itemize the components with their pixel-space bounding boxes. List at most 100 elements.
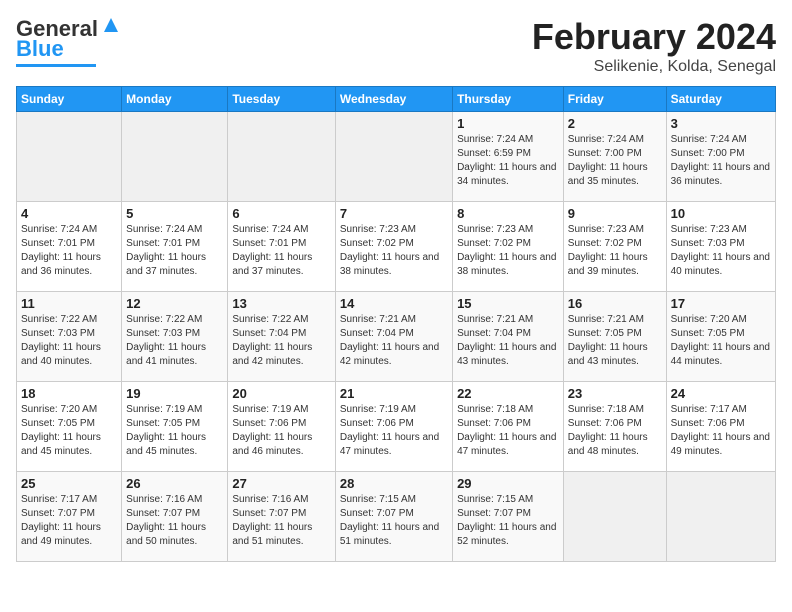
day-number: 27	[232, 476, 330, 491]
calendar-cell: 27 Sunrise: 7:16 AMSunset: 7:07 PMDayligh…	[228, 472, 335, 562]
day-info: Sunrise: 7:21 AMSunset: 7:04 PMDaylight:…	[457, 313, 559, 369]
calendar-cell: 21 Sunrise: 7:19 AMSunset: 7:06 PMDayligh…	[335, 382, 452, 472]
day-info: Sunrise: 7:18 AMSunset: 7:06 PMDaylight:…	[457, 403, 559, 459]
day-info: Sunrise: 7:22 AMSunset: 7:03 PMDaylight:…	[21, 313, 117, 369]
calendar-cell: 23Sunrise: 7:18 AMSunset: 7:06 PMDayligh…	[563, 382, 666, 472]
calendar-cell: 24 Sunrise: 7:17 AMSunset: 7:06 PMDayligh…	[666, 382, 775, 472]
day-info: Sunrise: 7:19 AMSunset: 7:06 PMDaylight:…	[340, 403, 448, 459]
day-number: 29	[457, 476, 559, 491]
calendar-cell: 12 Sunrise: 7:22 AMSunset: 7:03 PMDayligh…	[122, 292, 228, 382]
calendar-cell: 7 Sunrise: 7:23 AMSunset: 7:02 PMDaylight…	[335, 202, 452, 292]
day-info: Sunrise: 7:21 AMSunset: 7:04 PMDaylight:…	[340, 313, 448, 369]
day-of-week-header: Friday	[563, 87, 666, 112]
calendar-cell: 11 Sunrise: 7:22 AMSunset: 7:03 PMDayligh…	[17, 292, 122, 382]
day-of-week-header: Thursday	[453, 87, 564, 112]
day-number: 1	[457, 116, 559, 131]
calendar-cell: 5 Sunrise: 7:24 AMSunset: 7:01 PMDaylight…	[122, 202, 228, 292]
day-info: Sunrise: 7:23 AMSunset: 7:02 PMDaylight:…	[457, 223, 559, 279]
day-info: Sunrise: 7:24 AMSunset: 7:01 PMDaylight:…	[232, 223, 330, 279]
day-number: 28	[340, 476, 448, 491]
day-number: 12	[126, 296, 223, 311]
calendar-cell	[228, 112, 335, 202]
calendar-cell: 13 Sunrise: 7:22 AMSunset: 7:04 PMDayligh…	[228, 292, 335, 382]
day-number: 20	[232, 386, 330, 401]
day-number: 5	[126, 206, 223, 221]
day-info: Sunrise: 7:16 AMSunset: 7:07 PMDaylight:…	[232, 493, 330, 549]
day-info: Sunrise: 7:16 AMSunset: 7:07 PMDaylight:…	[126, 493, 223, 549]
day-info: Sunrise: 7:22 AMSunset: 7:03 PMDaylight:…	[126, 313, 223, 369]
calendar-cell	[17, 112, 122, 202]
calendar-week-row: 11 Sunrise: 7:22 AMSunset: 7:03 PMDayligh…	[17, 292, 776, 382]
calendar-cell: 8 Sunrise: 7:23 AMSunset: 7:02 PMDaylight…	[453, 202, 564, 292]
day-number: 8	[457, 206, 559, 221]
day-number: 13	[232, 296, 330, 311]
day-info: Sunrise: 7:22 AMSunset: 7:04 PMDaylight:…	[232, 313, 330, 369]
day-info: Sunrise: 7:21 AMSunset: 7:05 PMDaylight:…	[568, 313, 662, 369]
calendar-cell: 19 Sunrise: 7:19 AMSunset: 7:05 PMDayligh…	[122, 382, 228, 472]
logo-underline	[16, 64, 96, 67]
calendar-cell: 18 Sunrise: 7:20 AMSunset: 7:05 PMDayligh…	[17, 382, 122, 472]
day-number: 22	[457, 386, 559, 401]
calendar-week-row: 1 Sunrise: 7:24 AMSunset: 6:59 PMDaylight…	[17, 112, 776, 202]
day-number: 14	[340, 296, 448, 311]
day-info: Sunrise: 7:20 AMSunset: 7:05 PMDaylight:…	[21, 403, 117, 459]
day-info: Sunrise: 7:23 AMSunset: 7:03 PMDaylight:…	[671, 223, 771, 279]
calendar-cell: 1 Sunrise: 7:24 AMSunset: 6:59 PMDaylight…	[453, 112, 564, 202]
page-title: February 2024	[532, 16, 776, 58]
calendar-cell: 2 Sunrise: 7:24 AMSunset: 7:00 PMDaylight…	[563, 112, 666, 202]
day-info: Sunrise: 7:24 AMSunset: 7:00 PMDaylight:…	[568, 133, 662, 189]
calendar-cell: 17 Sunrise: 7:20 AMSunset: 7:05 PMDayligh…	[666, 292, 775, 382]
calendar-table: SundayMondayTuesdayWednesdayThursdayFrid…	[16, 86, 776, 562]
day-of-week-header: Sunday	[17, 87, 122, 112]
day-number: 18	[21, 386, 117, 401]
calendar-cell: 22 Sunrise: 7:18 AMSunset: 7:06 PMDayligh…	[453, 382, 564, 472]
day-number: 10	[671, 206, 771, 221]
calendar-cell: 3Sunrise: 7:24 AMSunset: 7:00 PMDaylight…	[666, 112, 775, 202]
day-of-week-header: Monday	[122, 87, 228, 112]
calendar-cell: 29Sunrise: 7:15 AMSunset: 7:07 PMDayligh…	[453, 472, 564, 562]
day-number: 15	[457, 296, 559, 311]
day-number: 24	[671, 386, 771, 401]
day-number: 21	[340, 386, 448, 401]
page-subtitle: Selikenie, Kolda, Senegal	[532, 58, 776, 76]
day-of-week-header: Saturday	[666, 87, 775, 112]
logo: General Blue	[16, 16, 122, 67]
day-info: Sunrise: 7:24 AMSunset: 7:01 PMDaylight:…	[126, 223, 223, 279]
calendar-cell: 20Sunrise: 7:19 AMSunset: 7:06 PMDayligh…	[228, 382, 335, 472]
day-number: 3	[671, 116, 771, 131]
day-of-week-header: Tuesday	[228, 87, 335, 112]
calendar-cell: 16 Sunrise: 7:21 AMSunset: 7:05 PMDayligh…	[563, 292, 666, 382]
day-info: Sunrise: 7:24 AMSunset: 7:01 PMDaylight:…	[21, 223, 117, 279]
logo-blue: Blue	[16, 36, 64, 62]
calendar-cell	[563, 472, 666, 562]
day-info: Sunrise: 7:19 AMSunset: 7:05 PMDaylight:…	[126, 403, 223, 459]
calendar-cell: 9Sunrise: 7:23 AMSunset: 7:02 PMDaylight…	[563, 202, 666, 292]
day-info: Sunrise: 7:23 AMSunset: 7:02 PMDaylight:…	[340, 223, 448, 279]
day-number: 23	[568, 386, 662, 401]
day-number: 6	[232, 206, 330, 221]
logo-arrow-icon	[100, 14, 122, 41]
day-info: Sunrise: 7:15 AMSunset: 7:07 PMDaylight:…	[340, 493, 448, 549]
day-info: Sunrise: 7:23 AMSunset: 7:02 PMDaylight:…	[568, 223, 662, 279]
calendar-week-row: 25Sunrise: 7:17 AMSunset: 7:07 PMDayligh…	[17, 472, 776, 562]
calendar-week-row: 18 Sunrise: 7:20 AMSunset: 7:05 PMDayligh…	[17, 382, 776, 472]
day-of-week-header: Wednesday	[335, 87, 452, 112]
calendar-cell: 4Sunrise: 7:24 AMSunset: 7:01 PMDaylight…	[17, 202, 122, 292]
day-number: 17	[671, 296, 771, 311]
day-info: Sunrise: 7:24 AMSunset: 6:59 PMDaylight:…	[457, 133, 559, 189]
day-number: 11	[21, 296, 117, 311]
calendar-cell	[666, 472, 775, 562]
day-number: 16	[568, 296, 662, 311]
day-info: Sunrise: 7:17 AMSunset: 7:06 PMDaylight:…	[671, 403, 771, 459]
day-number: 7	[340, 206, 448, 221]
calendar-cell	[335, 112, 452, 202]
calendar-cell: 10 Sunrise: 7:23 AMSunset: 7:03 PMDayligh…	[666, 202, 775, 292]
calendar-cell: 25Sunrise: 7:17 AMSunset: 7:07 PMDayligh…	[17, 472, 122, 562]
calendar-cell: 26Sunrise: 7:16 AMSunset: 7:07 PMDayligh…	[122, 472, 228, 562]
day-number: 19	[126, 386, 223, 401]
day-info: Sunrise: 7:20 AMSunset: 7:05 PMDaylight:…	[671, 313, 771, 369]
day-info: Sunrise: 7:17 AMSunset: 7:07 PMDaylight:…	[21, 493, 117, 549]
day-number: 2	[568, 116, 662, 131]
calendar-cell: 28 Sunrise: 7:15 AMSunset: 7:07 PMDayligh…	[335, 472, 452, 562]
calendar-cell: 14 Sunrise: 7:21 AMSunset: 7:04 PMDayligh…	[335, 292, 452, 382]
